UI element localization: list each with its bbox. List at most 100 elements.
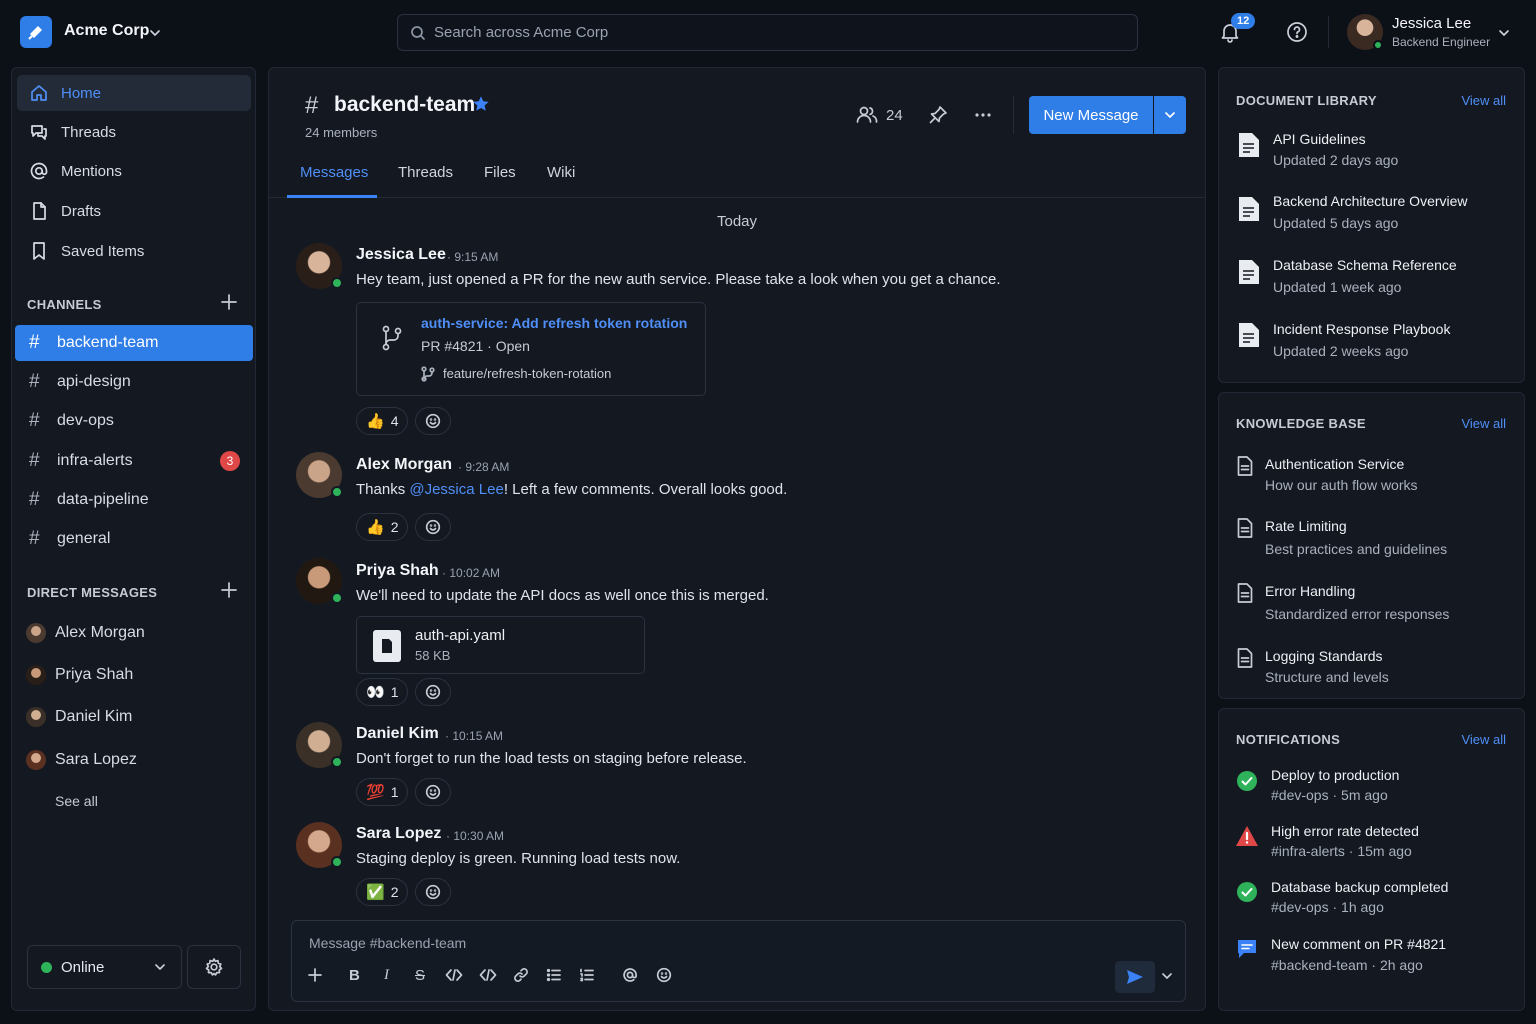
settings-button[interactable] <box>187 945 241 989</box>
avatar[interactable] <box>296 452 343 498</box>
user-name[interactable]: Jessica Lee <box>1392 15 1471 32</box>
workspace-logo-icon[interactable] <box>20 16 52 48</box>
numbered-list-icon[interactable] <box>579 967 595 983</box>
sidebar-item-dm-daniel[interactable]: Daniel Kim <box>26 702 132 732</box>
reaction-chip[interactable]: 👀 1 <box>356 678 409 706</box>
tab-files[interactable]: Files <box>484 164 516 181</box>
members-button[interactable]: 24 <box>856 105 903 125</box>
git-pull-request-icon <box>381 325 403 351</box>
message-text: Thanks @Jessica Lee! Left a few comments… <box>356 481 787 498</box>
add-reaction-icon[interactable] <box>415 778 451 806</box>
chevron-down-icon[interactable] <box>1160 969 1174 983</box>
sidebar-item-infra-alerts[interactable]: # infra-alerts 3 <box>15 443 253 479</box>
emoji-icon[interactable] <box>656 967 672 983</box>
chevron-down-icon[interactable] <box>148 26 162 40</box>
code-block-icon[interactable] <box>479 967 497 983</box>
view-all-link[interactable]: View all <box>1461 93 1506 108</box>
star-icon[interactable] <box>472 95 490 113</box>
doc-subtitle: Updated 2 weeks ago <box>1273 343 1409 359</box>
message-author[interactable]: Alex Morgan <box>356 456 452 474</box>
notification-title: Database backup completed <box>1271 879 1449 895</box>
pr-card[interactable]: auth-service: Add refresh token rotation… <box>356 302 706 396</box>
search-input[interactable]: Search across Acme Corp <box>397 14 1138 51</box>
italic-icon[interactable]: I <box>384 967 389 984</box>
reaction-emoji: 👀 <box>366 684 385 701</box>
sidebar-item-dev-ops[interactable]: # dev-ops <box>15 403 253 439</box>
more-options-icon[interactable] <box>973 105 993 125</box>
avatar[interactable] <box>296 822 343 868</box>
message-timestamp: · 9:28 AM <box>458 460 510 474</box>
bulleted-list-icon[interactable] <box>546 967 562 983</box>
add-reaction-icon[interactable] <box>415 678 451 706</box>
sidebar-item-saved[interactable]: Saved Items <box>17 233 251 269</box>
reaction-count: 4 <box>390 413 399 429</box>
avatar <box>26 750 46 770</box>
tab-threads[interactable]: Threads <box>398 164 453 181</box>
bold-icon[interactable]: B <box>349 967 360 984</box>
avatar[interactable] <box>1347 14 1383 50</box>
tab-wiki[interactable]: Wiki <box>547 164 575 181</box>
message-composer[interactable]: Message #backend-team B I S <box>291 920 1186 1002</box>
message-author[interactable]: Daniel Kim <box>356 725 439 743</box>
pin-icon[interactable] <box>928 105 948 125</box>
unread-badge: 3 <box>220 451 240 471</box>
message-text: Hey team, just opened a PR for the new a… <box>356 271 1001 288</box>
reaction-chip[interactable]: ✅ 2 <box>356 878 409 906</box>
send-button[interactable] <box>1115 961 1155 993</box>
chevron-down-icon[interactable] <box>1497 26 1511 40</box>
add-dm-icon[interactable] <box>220 581 238 599</box>
new-message-dropdown[interactable] <box>1154 96 1186 134</box>
sidebar-item-dm-priya[interactable]: Priya Shah <box>26 660 133 690</box>
sidebar-item-dm-alex[interactable]: Alex Morgan <box>26 618 145 648</box>
message-timestamp: · 9:15 AM <box>447 250 499 264</box>
plus-icon[interactable] <box>307 967 323 983</box>
add-reaction-icon[interactable] <box>415 513 451 541</box>
message-author[interactable]: Sara Lopez <box>356 825 441 843</box>
composer-input[interactable]: Message #backend-team <box>309 935 466 951</box>
avatar[interactable] <box>296 722 343 768</box>
see-all-dms-link[interactable]: See all <box>55 793 98 809</box>
message-author[interactable]: Jessica Lee <box>356 246 446 264</box>
reaction-chip[interactable]: 👍 2 <box>356 513 409 541</box>
sidebar-item-data-pipeline[interactable]: # data-pipeline <box>15 482 253 518</box>
pr-title-link[interactable]: auth-service: Add refresh token rotation <box>421 315 687 331</box>
add-reaction-icon[interactable] <box>415 878 451 906</box>
add-reaction-icon[interactable] <box>415 407 451 435</box>
online-indicator <box>331 277 343 289</box>
status-select[interactable]: Online <box>27 945 182 989</box>
channel-name: infra-alerts <box>57 452 133 469</box>
sidebar-item-general[interactable]: # general <box>15 521 253 557</box>
sidebar-item-threads[interactable]: Threads <box>17 114 251 150</box>
tab-messages[interactable]: Messages <box>300 164 368 181</box>
link-icon[interactable] <box>513 967 529 983</box>
file-attachment[interactable]: auth-api.yaml 58 KB <box>356 616 645 674</box>
code-icon[interactable] <box>445 967 463 983</box>
view-all-link[interactable]: View all <box>1461 416 1506 431</box>
bookmark-icon <box>33 242 45 260</box>
channel-tabs: Messages Threads Files Wiki <box>269 158 1205 198</box>
mention-link[interactable]: @Jessica Lee <box>409 481 503 498</box>
reaction-chip[interactable]: 💯 1 <box>356 778 409 806</box>
mention-icon[interactable] <box>622 967 638 983</box>
view-all-link[interactable]: View all <box>1461 732 1506 747</box>
sidebar-item-dm-sara[interactable]: Sara Lopez <box>26 745 137 775</box>
sidebar-item-label: Mentions <box>61 162 122 180</box>
avatar[interactable] <box>296 243 343 289</box>
time-text: 10:02 AM <box>449 566 501 580</box>
sidebar-item-api-design[interactable]: # api-design <box>15 364 253 400</box>
sidebar-item-mentions[interactable]: Mentions <box>17 153 251 189</box>
workspace-name[interactable]: Acme Corp <box>64 22 149 40</box>
reaction-chip[interactable]: 👍 4 <box>356 407 409 435</box>
add-channel-icon[interactable] <box>220 293 238 311</box>
help-icon[interactable] <box>1286 21 1308 43</box>
sidebar-item-home[interactable]: Home <box>17 75 251 111</box>
sidebar-item-drafts[interactable]: Drafts <box>17 193 251 229</box>
message-timestamp: · 10:30 AM <box>446 829 505 843</box>
sidebar-item-backend-team[interactable]: # backend-team <box>15 325 253 361</box>
new-message-button[interactable]: New Message <box>1029 96 1153 134</box>
message-text: We'll need to update the API docs as wel… <box>356 587 769 604</box>
strikethrough-icon[interactable]: S <box>415 967 425 984</box>
message-author[interactable]: Priya Shah <box>356 562 439 580</box>
avatar[interactable] <box>296 558 343 604</box>
doc-title: Database Schema Reference <box>1273 257 1457 273</box>
